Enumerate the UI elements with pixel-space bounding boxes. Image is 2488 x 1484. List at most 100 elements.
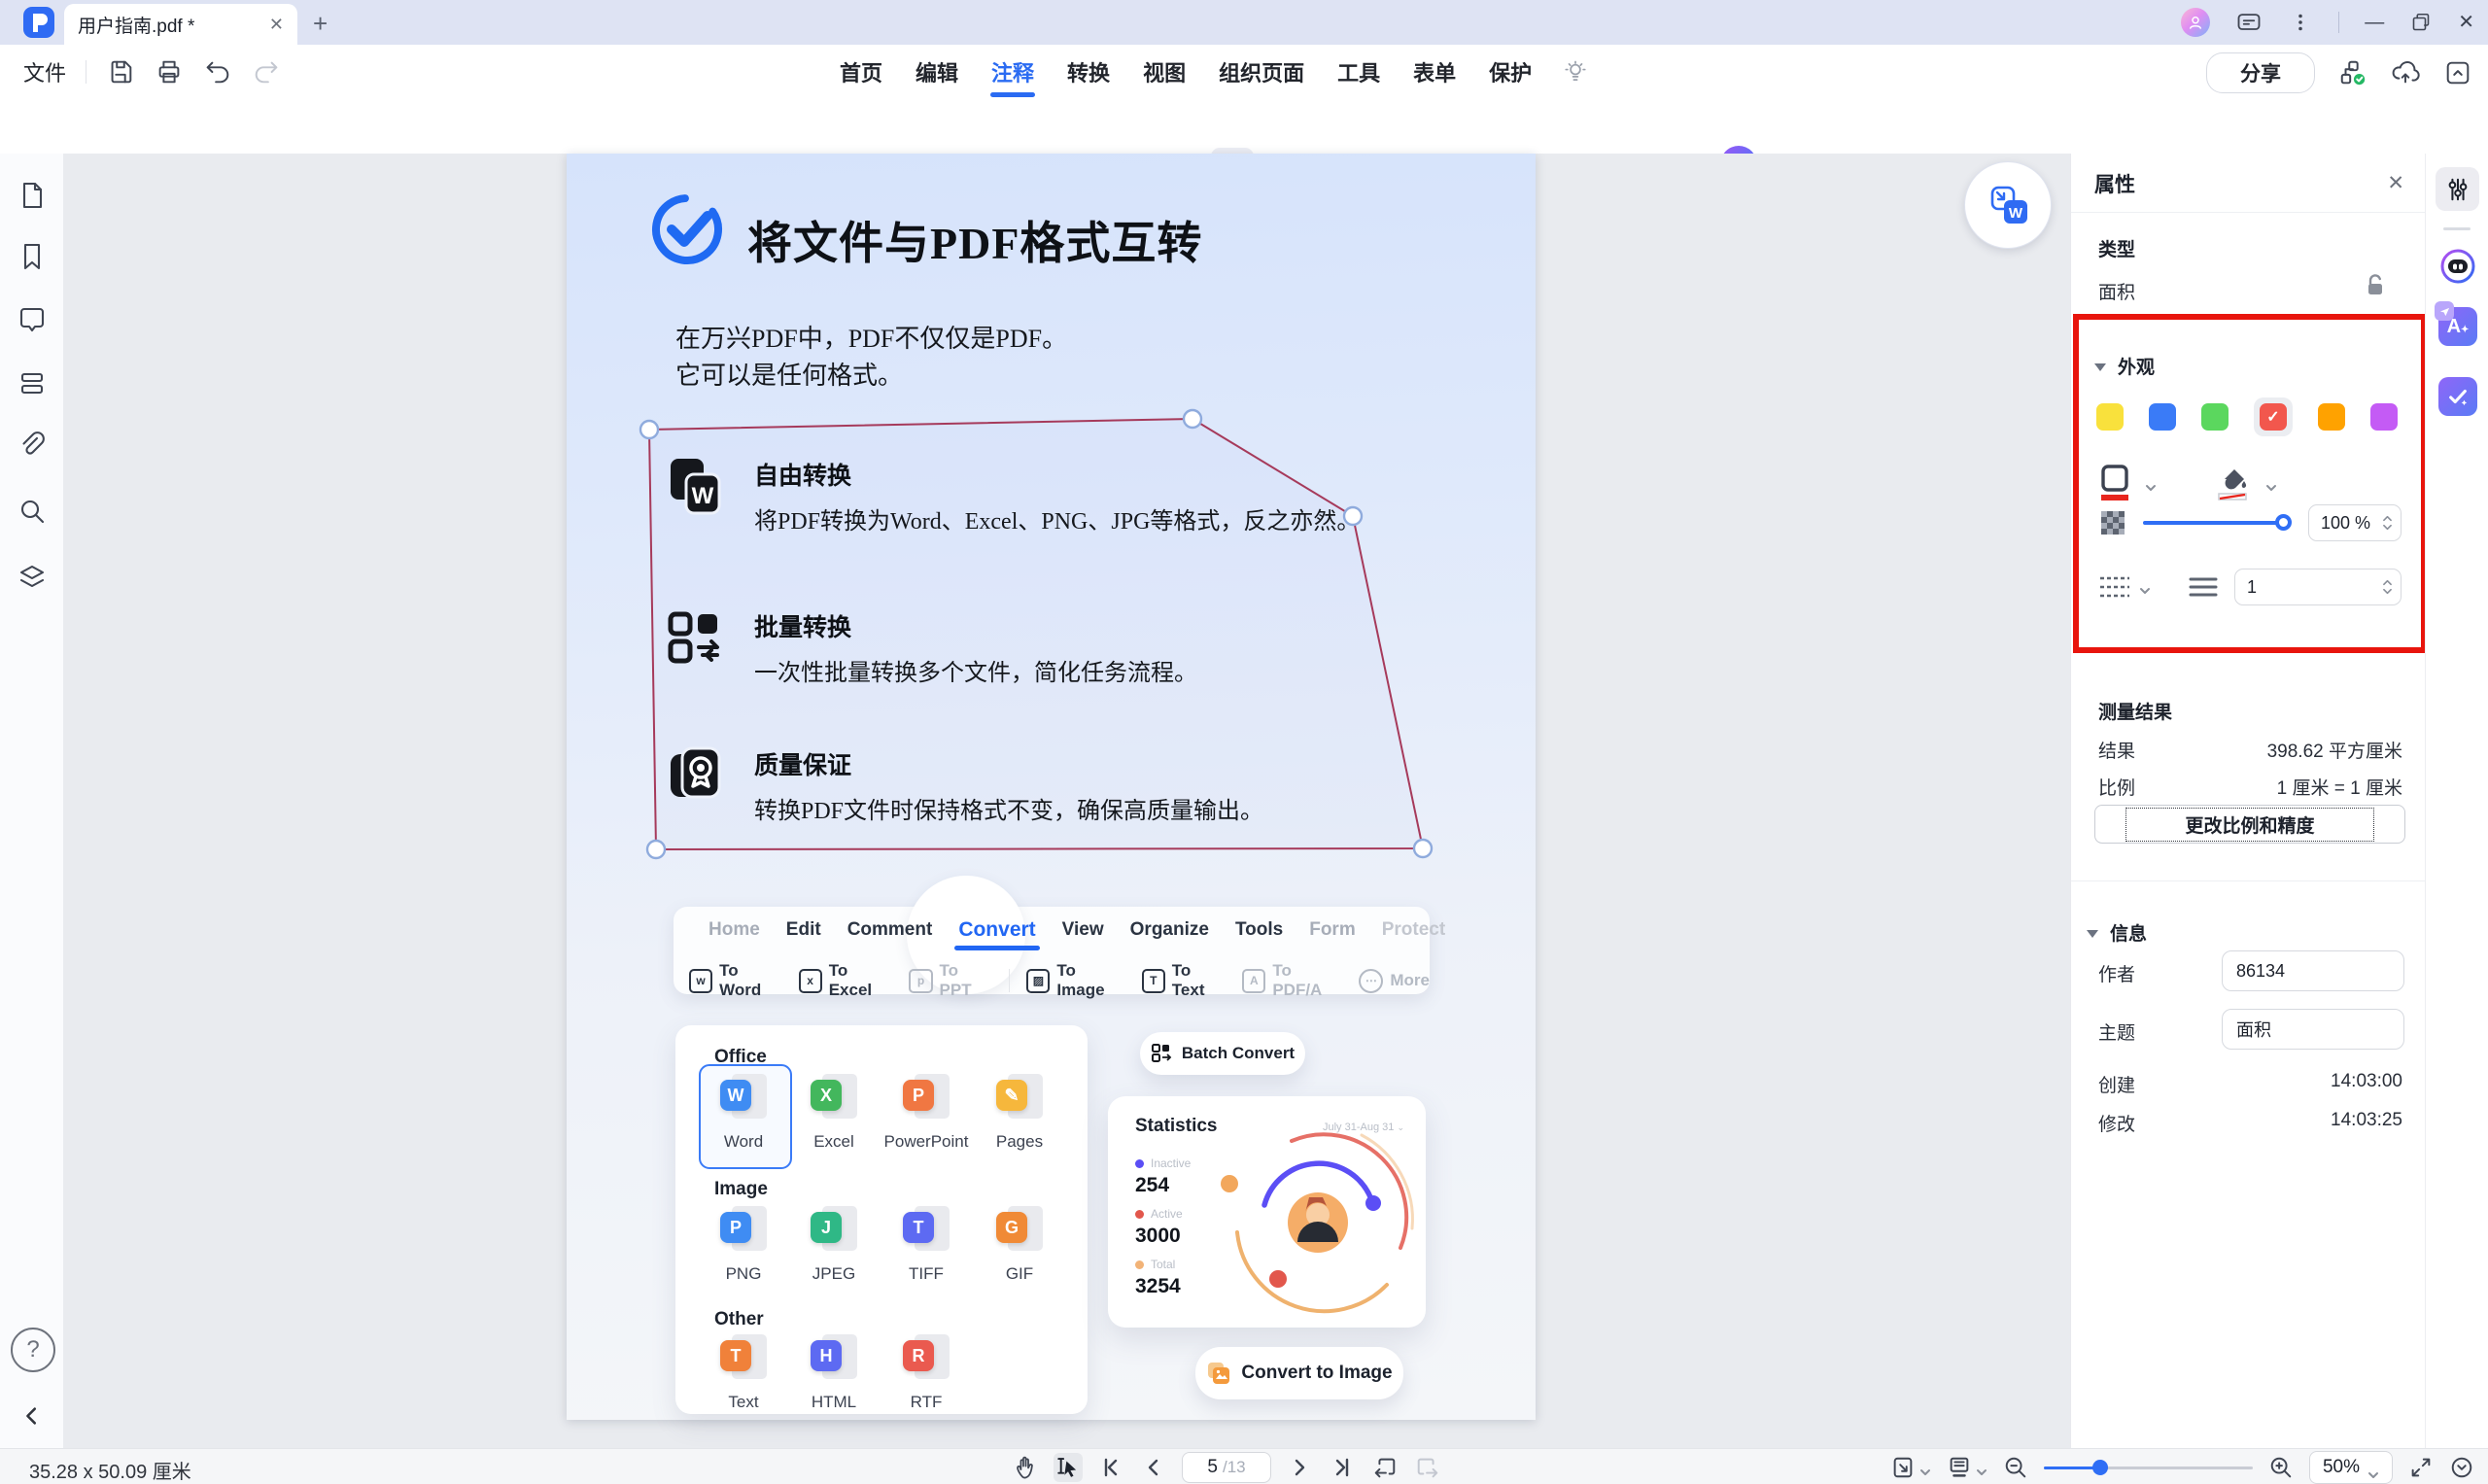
file-menu[interactable]: 文件: [23, 56, 66, 87]
svg-text:W: W: [692, 483, 714, 509]
change-scale-button[interactable]: 更改比例和精度: [2094, 805, 2405, 844]
bookmarks-panel-icon[interactable]: [17, 241, 48, 272]
info-collapse-icon[interactable]: [2087, 925, 2098, 943]
stats-inactive: Inactive 254: [1135, 1156, 1191, 1197]
document-tab[interactable]: 用户指南.pdf * ✕: [64, 4, 297, 45]
menu-organize[interactable]: 组织页面: [1217, 52, 1306, 91]
measure-handle[interactable]: [647, 841, 665, 858]
menu-view[interactable]: 视图: [1141, 52, 1188, 91]
page-layout-icon[interactable]: [1947, 1455, 1972, 1480]
border-color-icon[interactable]: [2098, 464, 2131, 502]
ribbon-area: 文件 首页 编辑 注释 转换 视图 组织页面 工具 表单 保护 分享: [0, 45, 2488, 155]
next-page-icon[interactable]: [1285, 1453, 1314, 1482]
minimize-button[interactable]: —: [2365, 13, 2384, 32]
select-tool-icon[interactable]: [1054, 1453, 1083, 1482]
collapse-statusbar-icon[interactable]: [2449, 1455, 2474, 1480]
menu-tools[interactable]: 工具: [1335, 52, 1382, 91]
fill-color-dropdown-icon[interactable]: [2265, 479, 2277, 487]
border-color-dropdown-icon[interactable]: [2145, 479, 2157, 487]
new-tab-button[interactable]: +: [313, 9, 328, 39]
line-style-icon[interactable]: [2098, 574, 2131, 600]
menu-protect[interactable]: 保护: [1487, 52, 1534, 91]
result-value: 398.62 平方厘米: [2267, 737, 2402, 763]
appearance-collapse-icon[interactable]: [2094, 359, 2106, 376]
lock-icon[interactable]: [2363, 272, 2388, 297]
collapse-toolbar-icon[interactable]: [2443, 58, 2472, 87]
opacity-spinbox[interactable]: 100 %: [2308, 504, 2402, 541]
close-tab-icon[interactable]: ✕: [269, 15, 284, 35]
previous-page-icon[interactable]: [1139, 1453, 1168, 1482]
zoom-slider-thumb[interactable]: [2092, 1460, 2108, 1475]
opacity-slider[interactable]: [2143, 521, 2289, 525]
measure-handle[interactable]: [1414, 840, 1432, 857]
layers-panel-icon[interactable]: [17, 562, 48, 593]
color-swatch-red-selected[interactable]: ✓: [2254, 397, 2293, 436]
close-window-button[interactable]: ✕: [2458, 13, 2474, 32]
info-label: 信息: [2110, 919, 2147, 946]
thumbnails-panel-icon[interactable]: [17, 180, 48, 211]
todo-check-icon[interactable]: [2438, 377, 2477, 416]
quick-convert-word-button[interactable]: W: [1964, 161, 2052, 249]
help-button[interactable]: ?: [11, 1328, 55, 1372]
workflow-status-icon[interactable]: [2338, 58, 2367, 87]
redo-icon[interactable]: [252, 57, 281, 86]
user-avatar[interactable]: [2181, 8, 2210, 37]
cloud-upload-icon[interactable]: [2391, 58, 2420, 87]
fit-page-dropdown-icon[interactable]: [1919, 1464, 1931, 1471]
first-page-icon[interactable]: [1096, 1453, 1125, 1482]
author-input[interactable]: 86134: [2222, 950, 2404, 991]
zoom-level-select[interactable]: 50%: [2309, 1451, 2393, 1484]
subject-input[interactable]: 面积: [2222, 1009, 2404, 1050]
tips-lightbulb-icon[interactable]: [1563, 59, 1588, 85]
opacity-icon: [2100, 510, 2125, 535]
measure-handle[interactable]: [1184, 410, 1201, 428]
zoom-slider[interactable]: [2044, 1460, 2253, 1475]
opacity-slider-thumb[interactable]: [2275, 514, 2292, 531]
attachments-panel-icon[interactable]: [17, 430, 48, 461]
kebab-menu-icon[interactable]: [2288, 10, 2313, 35]
page-number-input[interactable]: 5 /13: [1182, 1452, 1271, 1483]
fit-page-icon[interactable]: [1890, 1455, 1916, 1480]
comments-panel-icon[interactable]: [17, 304, 48, 335]
color-swatch-orange[interactable]: [2318, 403, 2345, 431]
zoom-in-icon[interactable]: [2268, 1455, 2294, 1480]
stepper-icon: [2382, 514, 2393, 532]
color-swatch-green[interactable]: [2201, 403, 2229, 431]
menu-comment[interactable]: 注释: [989, 52, 1036, 91]
print-icon[interactable]: [155, 57, 184, 86]
save-icon[interactable]: [106, 57, 135, 86]
page-list-panel-icon[interactable]: [17, 367, 48, 398]
convert-to-image-button: Convert to Image: [1195, 1347, 1403, 1399]
previous-view-icon[interactable]: [1370, 1453, 1400, 1482]
feedback-icon[interactable]: [2235, 9, 2263, 36]
page-layout-dropdown-icon[interactable]: [1976, 1464, 1987, 1471]
menu-form[interactable]: 表单: [1411, 52, 1458, 91]
line-width-spinbox[interactable]: 1: [2234, 569, 2402, 605]
last-page-icon[interactable]: [1328, 1453, 1357, 1482]
properties-rail-button[interactable]: [2436, 167, 2479, 211]
page-dimensions: 35.28 x 50.09 厘米: [29, 1456, 191, 1484]
measure-handle[interactable]: [640, 421, 658, 438]
fill-color-icon[interactable]: [2213, 464, 2252, 502]
menu-home[interactable]: 首页: [838, 52, 884, 91]
fullscreen-icon[interactable]: [2408, 1455, 2434, 1480]
undo-icon[interactable]: [203, 57, 232, 86]
ai-robot-icon[interactable]: [2438, 247, 2477, 286]
zoom-out-icon[interactable]: [2003, 1455, 2028, 1480]
color-swatch-purple[interactable]: [2370, 403, 2398, 431]
close-properties-icon[interactable]: ✕: [2387, 171, 2404, 195]
page-intro: 在万兴PDF中，PDF不仅仅是PDF。 它可以是任何格式。: [675, 321, 1067, 395]
restore-button[interactable]: [2409, 11, 2433, 34]
search-panel-icon[interactable]: [17, 496, 48, 527]
color-swatch-blue[interactable]: [2149, 403, 2176, 431]
menu-convert[interactable]: 转换: [1065, 52, 1112, 91]
color-swatch-yellow[interactable]: [2096, 403, 2124, 431]
menu-edit[interactable]: 编辑: [914, 52, 960, 91]
line-style-dropdown-icon[interactable]: [2139, 582, 2151, 590]
pdf-page[interactable]: 将文件与PDF格式互转 在万兴PDF中，PDF不仅仅是PDF。 它可以是任何格式…: [567, 154, 1536, 1420]
translate-icon[interactable]: A✦: [2438, 307, 2477, 346]
hand-tool-icon[interactable]: [1011, 1453, 1040, 1482]
next-view-icon[interactable]: [1413, 1453, 1442, 1482]
share-button[interactable]: 分享: [2206, 52, 2315, 93]
collapse-sidebar-icon[interactable]: [21, 1405, 43, 1427]
